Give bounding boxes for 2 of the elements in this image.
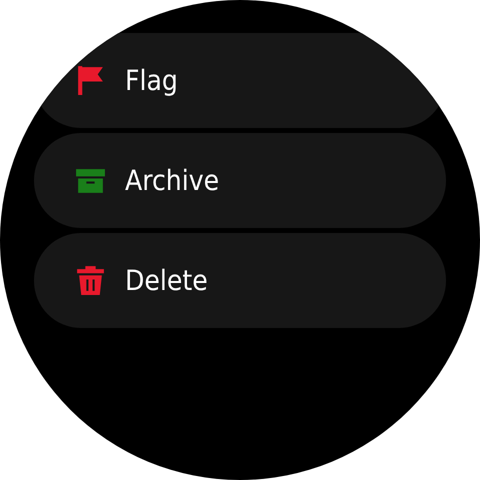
- action-chip[interactable]: Archive: [34, 133, 446, 228]
- action-chip[interactable]: Delete: [34, 233, 446, 328]
